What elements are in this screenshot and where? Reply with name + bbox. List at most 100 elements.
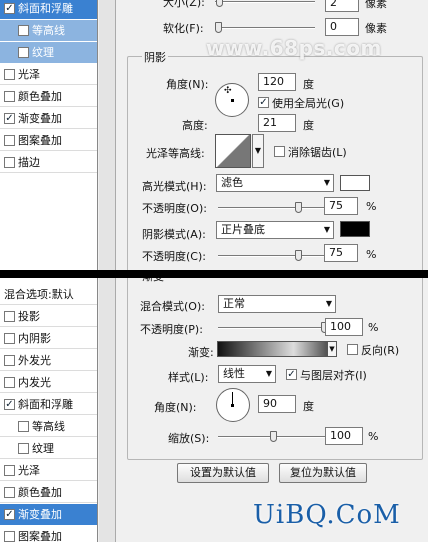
sidebar-item-checkbox[interactable] (4, 399, 15, 410)
antialias-label: 消除锯齿(L) (288, 146, 347, 159)
sidebar-item[interactable]: 图案叠加 (0, 130, 97, 151)
blend-mode-select[interactable]: 正常 ▼ (218, 295, 336, 313)
gradient-preview[interactable] (217, 341, 327, 357)
sidebar-item-checkbox[interactable] (18, 443, 29, 454)
sidebar-item[interactable]: 外发光 (0, 350, 97, 371)
make-default-button[interactable]: 设置为默认值 (177, 463, 269, 483)
gloss-contour-dropdown-icon[interactable]: ▼ (252, 134, 264, 168)
size-input[interactable]: 2 (325, 0, 359, 12)
sidebar-item[interactable]: 纹理 (0, 438, 97, 459)
chevron-down-icon: ▼ (265, 369, 272, 378)
sidebar-item-checkbox[interactable] (4, 531, 15, 542)
sidebar-item[interactable]: 投影 (0, 306, 97, 327)
shading-group: 阴影 角度(N): ✣ 120 度 使用全局光(G) 高度: 21 度 光泽等高… (127, 49, 423, 270)
shadow-opacity-thumb[interactable] (295, 250, 303, 261)
opacity-label: 不透明度(P): (140, 323, 203, 336)
sidebar-item-checkbox[interactable] (4, 509, 15, 520)
sidebar-item-checkbox[interactable] (4, 377, 15, 388)
blend-mode-value: 正常 (223, 297, 245, 310)
shadow-color-swatch[interactable] (340, 221, 370, 237)
sidebar-item[interactable]: 颜色叠加 (0, 86, 97, 107)
altitude-unit: 度 (303, 119, 314, 132)
sidebar-item[interactable]: 斜面和浮雕 (0, 394, 97, 415)
sidebar-item-checkbox[interactable] (4, 465, 15, 476)
highlight-opacity-slider[interactable] (218, 207, 328, 209)
sidebar-item-label: 混合选项:默认 (4, 288, 74, 301)
global-light-checkbox[interactable] (258, 97, 269, 108)
reset-default-button[interactable]: 复位为默认值 (279, 463, 367, 483)
angle-dial-crosshair-icon: ✣ (224, 86, 232, 96)
gradient-dropdown-icon[interactable]: ▼ (327, 341, 337, 357)
altitude-input[interactable]: 21 (258, 114, 296, 132)
gradient-group: 渐变 混合模式(O): 正常 ▼ 不透明度(P): 100 % 渐变: ▼ 反向… (127, 278, 423, 460)
sidebar-item[interactable]: 渐变叠加 (0, 108, 97, 129)
sidebar-item[interactable]: 颜色叠加 (0, 482, 97, 503)
align-with-layer-checkbox[interactable] (286, 369, 297, 380)
sidebar-item-checkbox[interactable] (4, 69, 15, 80)
scale-unit: % (368, 430, 379, 443)
chevron-down-icon: ▼ (325, 299, 332, 308)
shadow-opacity-input[interactable]: 75 (324, 244, 358, 262)
sidebar-item[interactable]: 等高线 (0, 20, 97, 41)
sidebar-item[interactable]: 光泽 (0, 460, 97, 481)
layer-style-list: 混合选项:默认投影内阴影外发光内发光斜面和浮雕等高线纹理光泽颜色叠加渐变叠加图案… (0, 278, 98, 542)
sidebar-item[interactable]: 混合选项:默认 (0, 284, 97, 305)
sidebar-item[interactable]: 图案叠加 (0, 526, 97, 542)
sidebar-item-label: 颜色叠加 (18, 486, 62, 499)
gloss-contour-preview[interactable] (215, 134, 251, 168)
highlight-opacity-label: 不透明度(O): (142, 202, 207, 215)
sidebar-item[interactable]: 纹理 (0, 42, 97, 63)
highlight-mode-label: 高光模式(H): (142, 180, 207, 193)
sidebar-item[interactable]: 描边 (0, 152, 97, 173)
list-scrollbar[interactable] (99, 278, 116, 542)
sidebar-item-checkbox[interactable] (4, 487, 15, 498)
sidebar-item-checkbox[interactable] (4, 135, 15, 146)
size-slider[interactable] (215, 1, 315, 3)
angle-input[interactable]: 120 (258, 73, 296, 91)
sidebar-item-checkbox[interactable] (4, 91, 15, 102)
soften-input[interactable]: 0 (325, 18, 359, 36)
sidebar-item-checkbox[interactable] (4, 355, 15, 366)
scale-slider-thumb[interactable] (269, 431, 277, 442)
sidebar-item[interactable]: 等高线 (0, 416, 97, 437)
sidebar-item[interactable]: 内阴影 (0, 328, 97, 349)
sidebar-item-checkbox[interactable] (4, 311, 15, 322)
angle-dial[interactable] (216, 388, 250, 422)
soften-slider[interactable] (215, 27, 315, 29)
sidebar-item[interactable]: 光泽 (0, 64, 97, 85)
sidebar-item-checkbox[interactable] (18, 421, 29, 432)
shadow-opacity-slider[interactable] (218, 255, 328, 257)
highlight-opacity-input[interactable]: 75 (324, 197, 358, 215)
sidebar-item-label: 颜色叠加 (18, 90, 62, 103)
sidebar-item[interactable]: 内发光 (0, 372, 97, 393)
sidebar-item-checkbox[interactable] (4, 333, 15, 344)
style-select[interactable]: 线性 ▼ (218, 365, 276, 383)
size-unit: 像素 (365, 0, 387, 10)
list-scrollbar[interactable] (99, 0, 116, 270)
shadow-mode-select[interactable]: 正片叠底 ▼ (216, 221, 334, 239)
angle-input[interactable]: 90 (258, 395, 296, 413)
reverse-checkbox[interactable] (347, 344, 358, 355)
chevron-down-icon: ▼ (323, 178, 330, 187)
blend-mode-label: 混合模式(O): (140, 300, 205, 313)
gradient-overlay-panel: 混合选项:默认投影内阴影外发光内发光斜面和浮雕等高线纹理光泽颜色叠加渐变叠加图案… (0, 278, 428, 542)
highlight-color-swatch[interactable] (340, 175, 370, 191)
altitude-label: 高度: (182, 119, 208, 132)
sidebar-item-checkbox[interactable] (4, 113, 15, 124)
sidebar-item-checkbox[interactable] (4, 157, 15, 168)
scale-input[interactable]: 100 (325, 427, 363, 445)
angle-dial[interactable]: ✣ (215, 83, 249, 117)
antialias-checkbox[interactable] (274, 146, 285, 157)
sidebar-item[interactable]: 渐变叠加 (0, 504, 97, 525)
highlight-mode-select[interactable]: 滤色 ▼ (216, 174, 334, 192)
sidebar-item[interactable]: 斜面和浮雕 (0, 0, 97, 19)
opacity-slider[interactable] (218, 327, 328, 329)
sidebar-item-checkbox[interactable] (4, 3, 15, 14)
soften-slider-thumb[interactable] (215, 22, 222, 33)
size-slider-thumb[interactable] (215, 0, 223, 7)
opacity-input[interactable]: 100 (325, 318, 363, 336)
watermark-68ps: www.68ps.com (206, 36, 382, 60)
sidebar-item-checkbox[interactable] (18, 47, 29, 58)
sidebar-item-checkbox[interactable] (18, 25, 29, 36)
highlight-opacity-thumb[interactable] (295, 202, 303, 213)
